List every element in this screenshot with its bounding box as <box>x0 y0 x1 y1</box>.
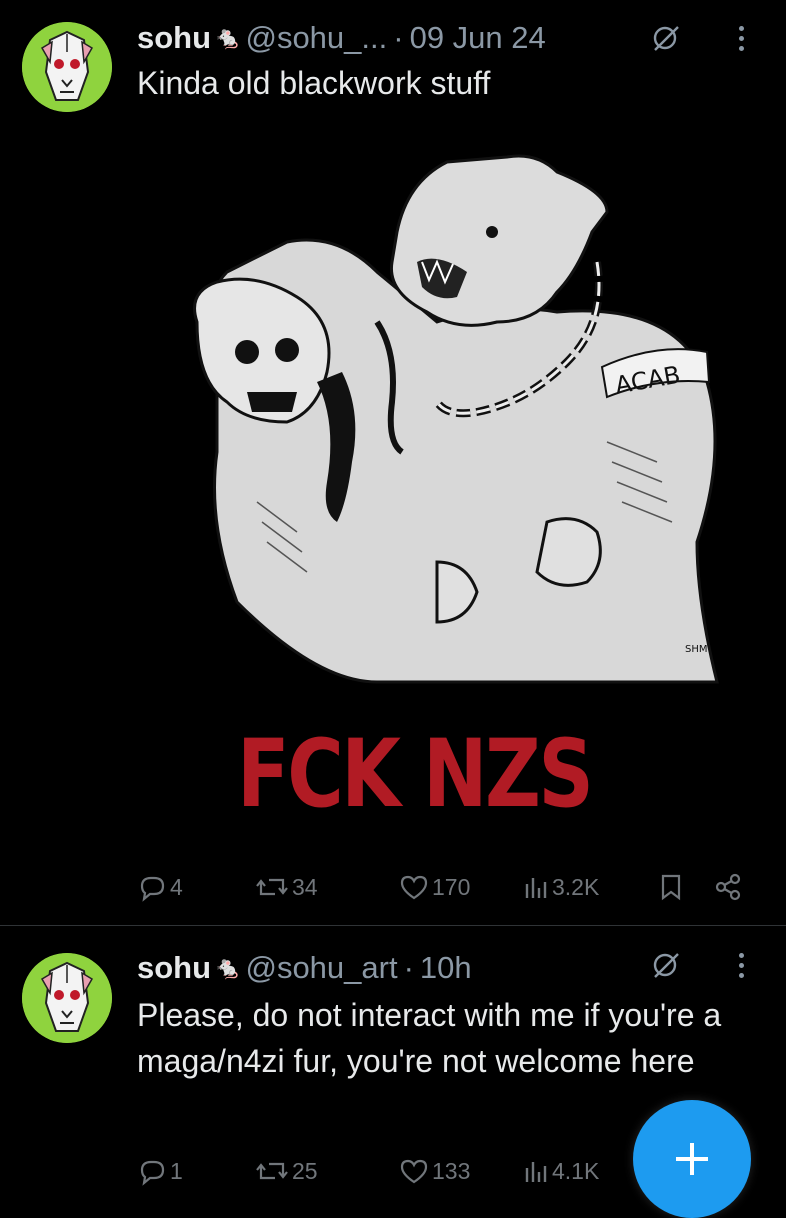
avatar[interactable] <box>22 22 112 112</box>
tweet-text: Kinda old blackwork stuff <box>137 65 491 101</box>
more-icon[interactable] <box>736 23 746 53</box>
like-button[interactable]: 133 <box>399 1153 470 1189</box>
reply-icon <box>140 1160 165 1186</box>
reply-icon <box>140 876 165 902</box>
retweet-button[interactable]: 25 <box>255 1153 318 1189</box>
rat-skull-avatar-icon <box>22 22 112 112</box>
reply-button[interactable]: 1 <box>137 1153 183 1189</box>
grok-icon[interactable] <box>651 950 681 980</box>
rat-emoji-icon: 🐁 <box>214 955 242 980</box>
tweet-header: sohu 🐁 @sohu_art · 10h <box>137 948 786 988</box>
compose-button[interactable] <box>633 1100 751 1218</box>
retweet-icon <box>256 878 288 896</box>
plus-icon <box>676 1143 708 1175</box>
share-button[interactable] <box>713 869 746 905</box>
views-count: 4.1K <box>552 1157 600 1184</box>
bookmark-button[interactable] <box>659 869 686 905</box>
views-icon <box>525 1162 547 1182</box>
caption-text: FCK NZS <box>237 720 594 829</box>
tweet-timestamp[interactable]: 09 Jun 24 <box>410 20 546 56</box>
more-icon[interactable] <box>736 950 746 980</box>
heart-icon <box>400 875 428 900</box>
author-name[interactable]: sohu <box>137 950 211 986</box>
tweet-timestamp[interactable]: 10h <box>420 950 472 986</box>
rat-skull-avatar-icon <box>22 953 112 1043</box>
bookmark-icon <box>661 874 681 901</box>
reply-count: 4 <box>170 873 183 900</box>
author-name[interactable]: sohu <box>137 20 211 56</box>
avatar[interactable] <box>22 953 112 1043</box>
retweet-icon <box>256 1162 288 1180</box>
views-button[interactable]: 3.2K <box>523 869 599 905</box>
reply-button[interactable]: 4 <box>137 869 183 905</box>
share-icon <box>715 873 741 901</box>
grok-icon[interactable] <box>651 23 681 53</box>
separator-dot: · <box>403 950 414 985</box>
author-handle[interactable]: @sohu_... <box>245 20 387 56</box>
heart-icon <box>400 1159 428 1184</box>
tweet-text: Please, do not interact with me if you'r… <box>137 997 722 1079</box>
separator-dot: · <box>393 20 404 55</box>
author-handle[interactable]: @sohu_art <box>245 950 397 986</box>
tweet-header: sohu 🐁 @sohu_... · 09 Jun 24 <box>137 18 786 58</box>
views-button[interactable]: 4.1K <box>523 1153 599 1189</box>
retweet-count: 25 <box>292 1157 318 1184</box>
like-button[interactable]: 170 <box>399 869 470 905</box>
views-count: 3.2K <box>552 873 600 900</box>
reply-count: 1 <box>170 1157 183 1184</box>
views-icon <box>525 878 547 898</box>
tweet[interactable]: sohu 🐁 @sohu_... · 09 Jun 24 Kinda old b… <box>0 0 786 925</box>
rat-emoji-icon: 🐁 <box>214 25 242 50</box>
tweet-actions: 4 34 170 3.2K <box>137 869 786 905</box>
like-count: 170 <box>432 873 471 900</box>
retweet-count: 34 <box>292 873 318 900</box>
tweet-image[interactable]: ACAB SHM FCK NZS <box>137 122 786 840</box>
like-count: 133 <box>432 1157 471 1184</box>
signature-text: SHM <box>685 644 708 655</box>
retweet-button[interactable]: 34 <box>255 869 318 905</box>
